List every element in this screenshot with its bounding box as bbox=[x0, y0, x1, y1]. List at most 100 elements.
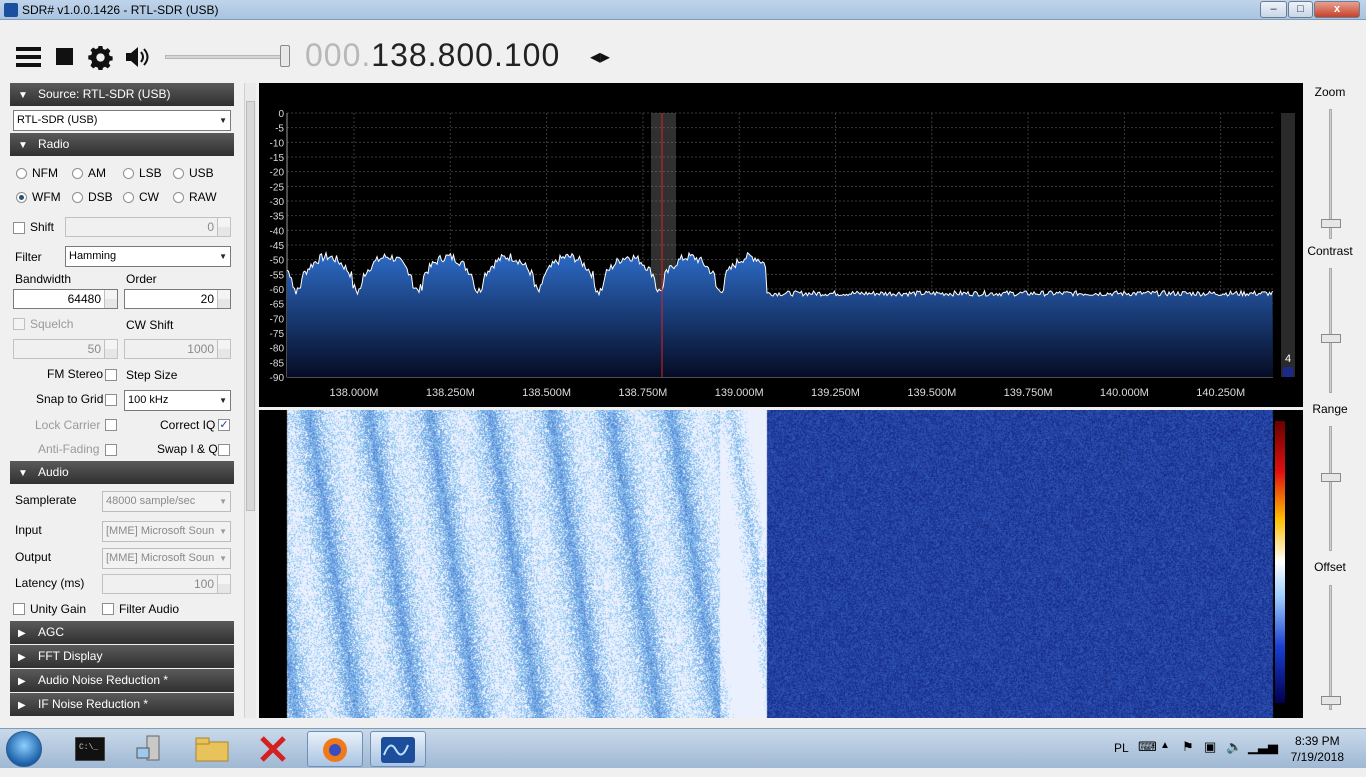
action-center-icon[interactable]: ⚑ bbox=[1182, 739, 1194, 755]
start-button-icon[interactable] bbox=[6, 731, 42, 767]
radio-section-header[interactable]: ▼ Radio bbox=[10, 133, 234, 156]
fft-display-section-header[interactable]: ▶ FFT Display bbox=[10, 645, 234, 668]
db-tick-label: -45 bbox=[270, 241, 285, 252]
filter-select[interactable]: Hamming bbox=[65, 246, 231, 267]
input-device-select[interactable]: [MME] Microsoft Soun bbox=[102, 521, 231, 542]
language-indicator[interactable]: PL bbox=[1114, 741, 1129, 755]
order-label: Order bbox=[126, 272, 157, 286]
show-hidden-icons-icon[interactable]: ▲ bbox=[1160, 740, 1170, 751]
filter-label: Filter bbox=[15, 250, 42, 264]
frequency-display[interactable]: 000.138.800.100 bbox=[305, 37, 560, 74]
close-button[interactable]: x bbox=[1314, 1, 1360, 18]
mode-radio-raw[interactable] bbox=[173, 192, 184, 203]
samplerate-select[interactable]: 48000 sample/sec bbox=[102, 491, 231, 512]
left-panel-scrollbar[interactable] bbox=[244, 83, 256, 718]
offset-slider-track[interactable] bbox=[1329, 585, 1332, 710]
source-device-select[interactable]: RTL-SDR (USB) bbox=[13, 110, 231, 131]
usb-icon[interactable]: ▣ bbox=[1204, 739, 1216, 755]
cwshift-spinner[interactable]: 1000 bbox=[124, 339, 231, 359]
source-section-header[interactable]: ▼ Source: RTL-SDR (USB) bbox=[10, 83, 234, 106]
bandwidth-spinner[interactable]: 64480 bbox=[13, 289, 118, 309]
frequency-dim-digits[interactable]: 000. bbox=[305, 37, 371, 73]
agc-section-header[interactable]: ▶ AGC bbox=[10, 621, 234, 644]
latency-spinner[interactable]: 100 bbox=[102, 574, 231, 594]
explorer-taskbar-icon[interactable] bbox=[184, 731, 240, 767]
frequency-digits[interactable]: 138.800.100 bbox=[371, 37, 560, 73]
menu-icon[interactable] bbox=[16, 46, 42, 68]
spectrum-plot[interactable]: 0 -5 -10 -15 -20 -25 -30 -35 -40 -45 -50 -55 -60 -65 -… bbox=[259, 83, 1303, 407]
squelch-spinner[interactable]: 50 bbox=[13, 339, 118, 359]
if-noise-reduction-section-header[interactable]: ▶ IF Noise Reduction * bbox=[10, 693, 234, 716]
scrollbar-thumb[interactable] bbox=[246, 101, 255, 511]
collapse-arrow-icon: ▼ bbox=[18, 90, 28, 101]
filteraudio-label: Filter Audio bbox=[119, 602, 180, 616]
frequency-arrows-icon[interactable]: ◂▸ bbox=[590, 44, 610, 69]
db-tick-label: -60 bbox=[270, 285, 285, 296]
stepsize-select[interactable]: 100 kHz bbox=[124, 390, 231, 411]
output-label: Output bbox=[15, 550, 52, 564]
unitygain-checkbox[interactable] bbox=[13, 603, 25, 615]
maximize-button[interactable]: □ bbox=[1288, 1, 1313, 18]
level-meter bbox=[1281, 113, 1295, 377]
system-tray: PL ⌨ ▲ ⚑ ▣ 🔈 ▁▃▅ 8:39 PM 7/19/2018 bbox=[1096, 729, 1366, 769]
mode-radio-nfm[interactable] bbox=[16, 168, 27, 179]
freq-tick-label: 138.750M bbox=[618, 387, 667, 399]
stop-icon[interactable] bbox=[56, 48, 74, 66]
audio-section-header[interactable]: ▼ Audio bbox=[10, 461, 234, 484]
browser-taskbar-icon[interactable] bbox=[307, 731, 363, 767]
zoom-slider-thumb[interactable] bbox=[1321, 219, 1341, 228]
correctiq-checkbox[interactable]: ✓ bbox=[218, 419, 230, 431]
antifading-label: Anti-Fading bbox=[38, 442, 100, 456]
freq-tick-label: 138.500M bbox=[522, 387, 571, 399]
unitygain-label: Unity Gain bbox=[30, 602, 87, 616]
range-label: Range bbox=[1312, 402, 1348, 416]
antifading-checkbox[interactable] bbox=[105, 444, 117, 456]
speaker-icon[interactable] bbox=[124, 46, 152, 68]
mode-radio-am[interactable] bbox=[72, 168, 83, 179]
sdrsharp-taskbar-icon[interactable] bbox=[370, 731, 426, 767]
db-tick-label: -65 bbox=[270, 300, 285, 311]
output-device-select[interactable]: [MME] Microsoft Soun bbox=[102, 548, 231, 569]
stepsize-label: Step Size bbox=[126, 368, 178, 382]
swapiq-checkbox[interactable] bbox=[218, 444, 230, 456]
lockcarrier-checkbox[interactable] bbox=[105, 419, 117, 431]
spectrum-analyzer[interactable]: 0 -5 -10 -15 -20 -25 -30 -35 -40 -45 -50 -55 -60 -65 -… bbox=[259, 83, 1303, 407]
waterfall-display[interactable] bbox=[259, 410, 1303, 718]
order-spinner[interactable]: 20 bbox=[124, 289, 231, 309]
squelch-checkbox[interactable] bbox=[13, 318, 25, 330]
shift-spinner[interactable]: 0 bbox=[65, 217, 231, 237]
mode-radio-wfm[interactable] bbox=[16, 192, 27, 203]
network-icon[interactable]: ▁▃▅ bbox=[1248, 739, 1278, 755]
audio-noise-reduction-section-header[interactable]: ▶ Audio Noise Reduction * bbox=[10, 669, 234, 692]
offset-slider-thumb[interactable] bbox=[1321, 696, 1341, 705]
left-panel: ▼ Source: RTL-SDR (USB) RTL-SDR (USB) ▼ Ra… bbox=[10, 83, 244, 718]
mode-radio-dsb[interactable] bbox=[72, 192, 83, 203]
mode-radio-lsb[interactable] bbox=[123, 168, 134, 179]
db-tick-label: 0 bbox=[278, 109, 284, 120]
offset-label: Offset bbox=[1314, 560, 1346, 574]
range-slider-thumb[interactable] bbox=[1321, 473, 1341, 482]
fmstereo-checkbox[interactable] bbox=[105, 369, 117, 381]
freq-tick-label: 138.000M bbox=[330, 387, 379, 399]
minimize-button[interactable]: – bbox=[1260, 1, 1287, 18]
gear-icon[interactable] bbox=[88, 45, 113, 70]
computer-taskbar-icon[interactable] bbox=[122, 731, 178, 767]
mode-label-am: AM bbox=[88, 166, 106, 180]
snap-checkbox[interactable] bbox=[105, 394, 117, 406]
range-slider-track[interactable] bbox=[1329, 426, 1332, 551]
mode-radio-usb[interactable] bbox=[173, 168, 184, 179]
waterfall-canvas[interactable] bbox=[259, 410, 1303, 718]
toolbar bbox=[0, 20, 1366, 82]
mode-radio-cw[interactable] bbox=[123, 192, 134, 203]
xmarks-taskbar-icon[interactable] bbox=[245, 731, 301, 767]
cmd-taskbar-icon[interactable]: C:\_ bbox=[62, 731, 118, 767]
contrast-slider-track[interactable] bbox=[1329, 268, 1332, 393]
filteraudio-checkbox[interactable] bbox=[102, 603, 114, 615]
volume-tray-icon[interactable]: 🔈 bbox=[1226, 739, 1242, 755]
volume-slider-track[interactable] bbox=[165, 55, 287, 59]
shift-checkbox[interactable] bbox=[13, 222, 25, 234]
volume-slider-thumb[interactable] bbox=[280, 45, 290, 67]
clock[interactable]: 8:39 PM 7/19/2018 bbox=[1291, 733, 1344, 765]
contrast-slider-thumb[interactable] bbox=[1321, 334, 1341, 343]
keyboard-icon[interactable]: ⌨ bbox=[1138, 739, 1157, 755]
